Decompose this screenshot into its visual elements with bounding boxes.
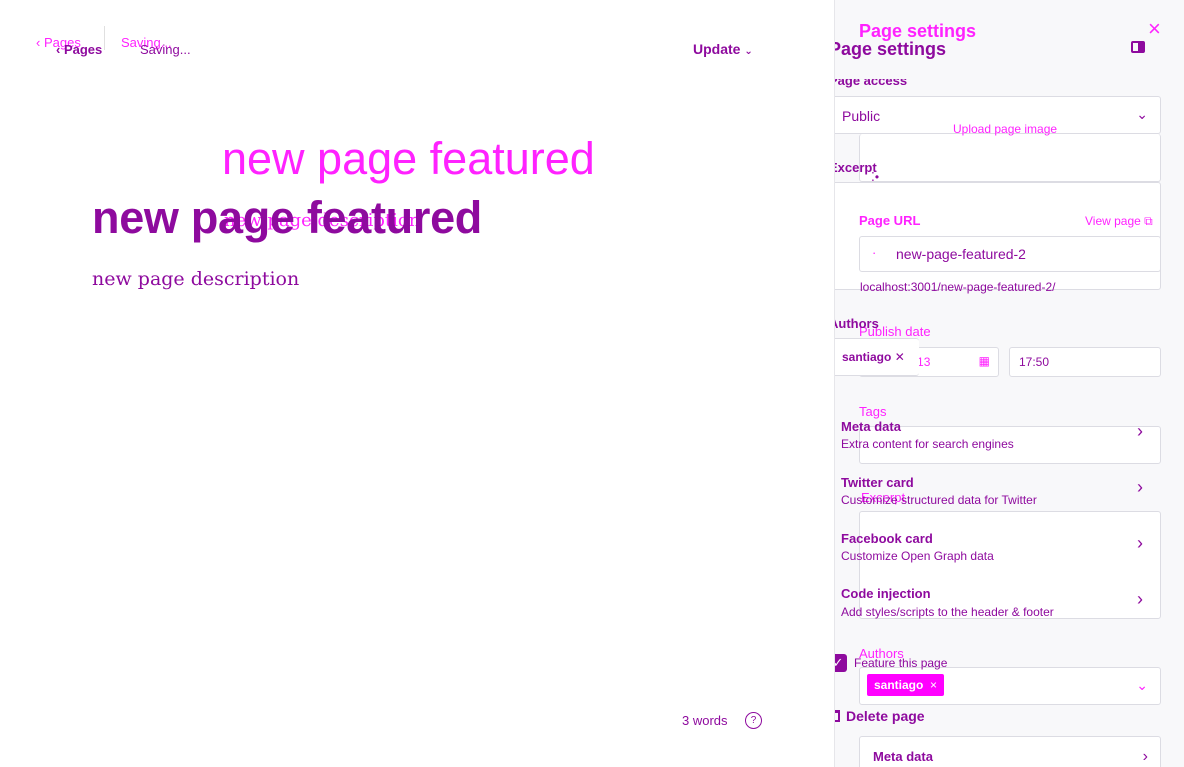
panel-title: Page settings	[834, 39, 947, 59]
chevron-right-icon: ›	[1142, 748, 1148, 765]
external-link-icon: ⧉	[1144, 214, 1153, 228]
page-access-label: Page access	[834, 73, 908, 88]
link-icon: ·	[872, 245, 877, 260]
chevron-down-icon: ⌄	[1136, 677, 1148, 693]
chevron-down-icon: ⌄	[744, 46, 753, 57]
meta-data-ghost[interactable]: Meta data ›	[859, 736, 1161, 767]
help-icon[interactable]: ?	[745, 712, 762, 729]
view-page-link[interactable]: View page ⧉	[1085, 214, 1153, 229]
chevron-left-icon: ‹	[56, 42, 64, 57]
delete-page-button[interactable]: Delete page	[835, 708, 925, 724]
remove-icon[interactable]: ×	[927, 678, 937, 692]
authors-label: Authors	[835, 316, 879, 331]
authors-input[interactable]: santiago ✕	[835, 338, 919, 376]
feature-label[interactable]: Feature this page	[854, 656, 947, 670]
divider	[104, 26, 105, 50]
page-title-ghost: new page featured	[222, 133, 595, 184]
update-button[interactable]: Update ⌄	[693, 41, 753, 57]
page-title[interactable]: new page featured	[92, 192, 482, 244]
close-icon[interactable]: ×	[1148, 18, 1161, 40]
page-description[interactable]: new page description	[92, 268, 299, 290]
word-count: 3 words	[682, 713, 728, 728]
author-tag[interactable]: santiago ✕	[842, 350, 905, 364]
trash-icon	[835, 710, 840, 722]
upload-image-area[interactable]	[859, 134, 1161, 182]
remove-icon[interactable]: ✕	[895, 350, 905, 364]
chevron-right-icon: ›	[1137, 477, 1143, 497]
settings-panel: Page settings × Page settings Page acces…	[834, 0, 1184, 767]
calendar-icon: ▦	[978, 354, 990, 368]
back-link[interactable]: ‹ Pages	[56, 42, 102, 57]
tags-label: Tags	[859, 404, 887, 419]
author-tag-ghost[interactable]: santiago ×	[867, 674, 945, 696]
publish-time-input[interactable]: 17:50	[1009, 347, 1161, 377]
save-status: Saving...	[140, 42, 191, 57]
chevron-down-icon: ⌄	[1136, 106, 1148, 122]
chevron-right-icon: ›	[1137, 421, 1143, 441]
sidebar-toggle-icon[interactable]	[1131, 41, 1145, 53]
chevron-left-icon: ‹	[36, 35, 44, 50]
excerpt-textarea-ghost[interactable]	[859, 511, 1161, 619]
feature-checkbox[interactable]: ✓	[835, 654, 847, 672]
page-url-label: Page URL	[859, 213, 921, 228]
page-url-input[interactable]: · new-page-featured-2	[859, 236, 1161, 272]
chevron-right-icon: ›	[1137, 533, 1143, 553]
page-url-full: localhost:3001/new-page-featured-2/	[860, 280, 1056, 294]
upload-image-label[interactable]: Upload page image	[953, 122, 1057, 136]
chevron-right-icon: ›	[1137, 589, 1143, 609]
